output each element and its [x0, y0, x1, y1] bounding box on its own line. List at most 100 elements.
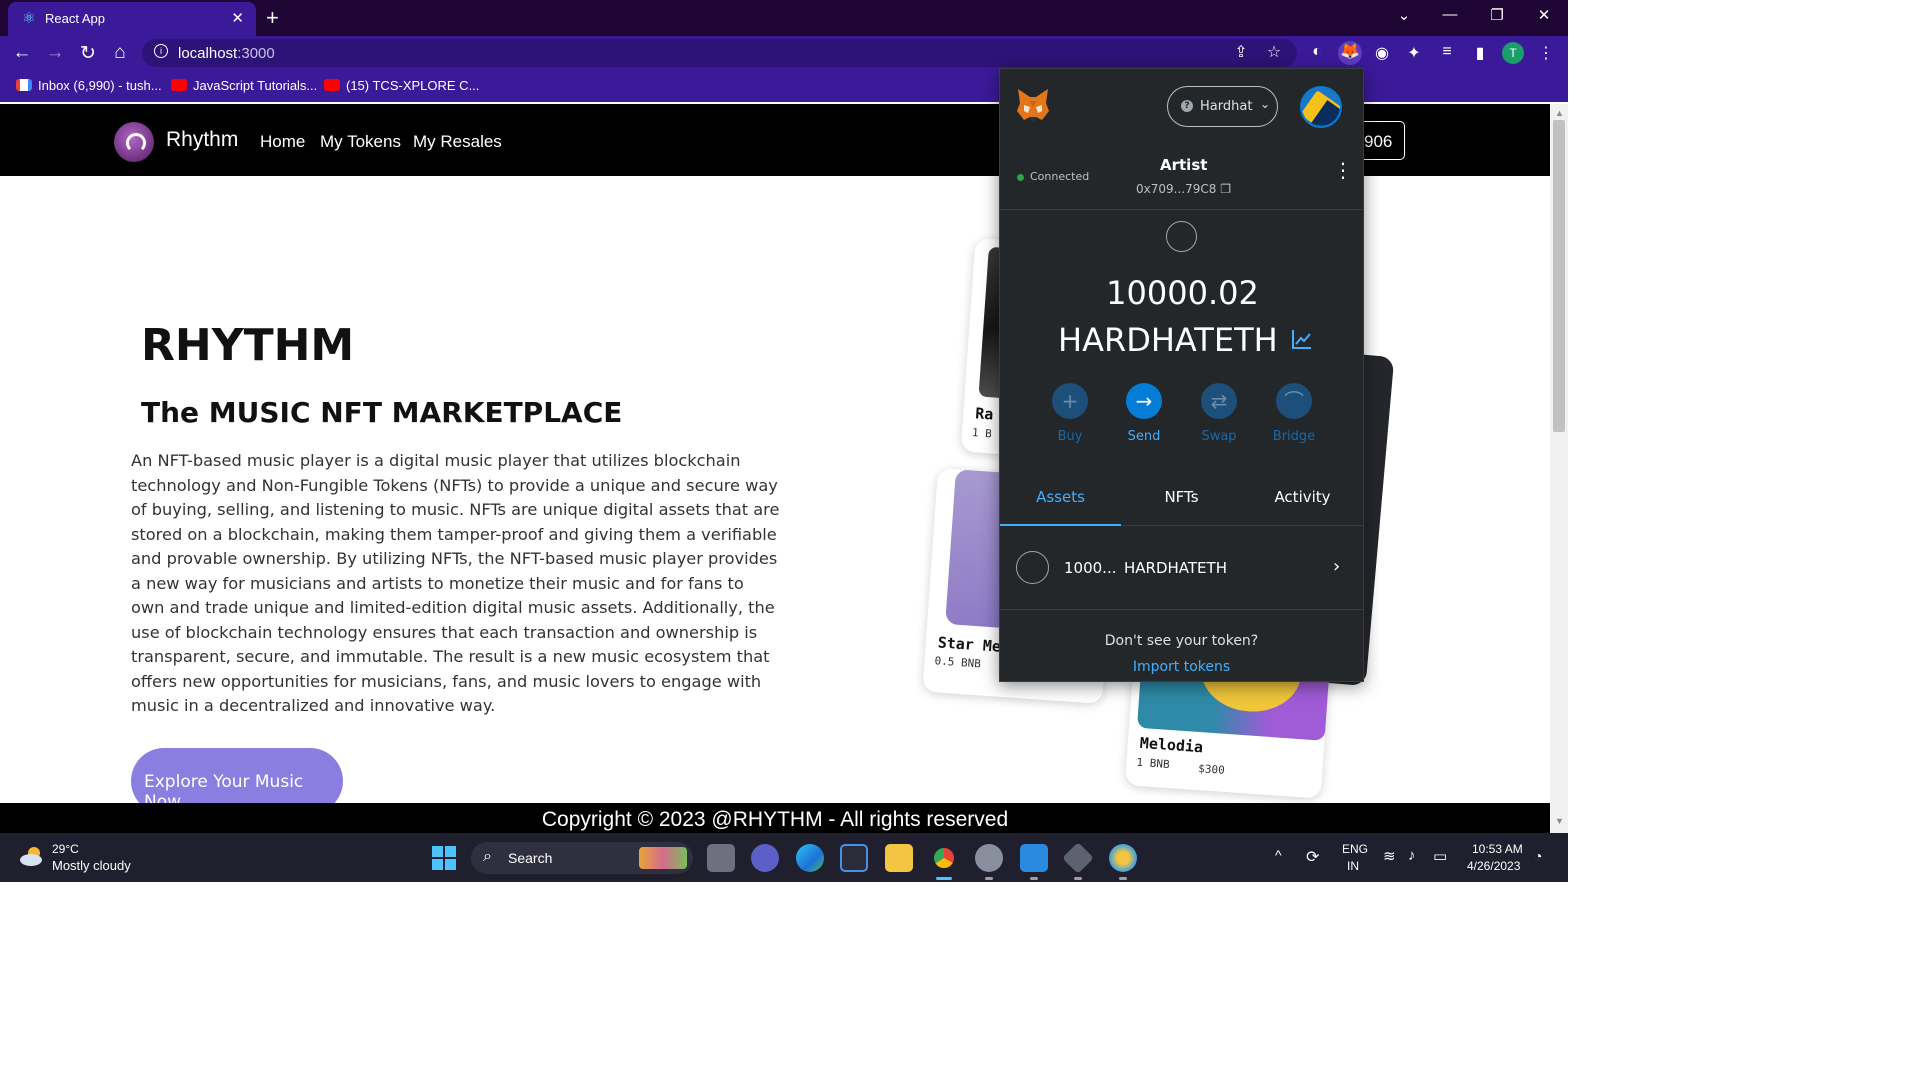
help-icon: ? — [1181, 100, 1193, 112]
puzzle-icon[interactable]: ✦ — [1403, 43, 1425, 63]
language-region[interactable]: IN — [1347, 859, 1359, 873]
nav-my-tokens[interactable]: My Tokens — [320, 132, 401, 152]
bookmark-tcs-xplore[interactable]: (15) TCS-XPLORE C... — [324, 78, 479, 93]
reload-icon[interactable]: ↻ — [76, 42, 100, 65]
settings-icon[interactable] — [975, 844, 1003, 872]
store-icon[interactable] — [840, 844, 868, 872]
battery-icon[interactable]: ▭ — [1433, 847, 1447, 865]
taskbar-search[interactable]: ⌕ Search — [471, 842, 693, 874]
close-tab-icon[interactable]: ✕ — [231, 9, 244, 27]
bookmark-gmail[interactable]: Inbox (6,990) - tush... — [16, 78, 162, 93]
address-bar[interactable]: i localhost:3000 ⇪ ☆ — [142, 39, 1297, 67]
nft-card-name: Ra — [974, 404, 994, 424]
footer-copyright: Copyright © 2023 @RHYTHM - All rights re… — [0, 803, 1550, 833]
file-explorer-icon[interactable] — [885, 844, 913, 872]
site-info-icon[interactable]: i — [154, 44, 168, 58]
clock-date[interactable]: 4/26/2023 — [1467, 859, 1520, 873]
scroll-thumb[interactable] — [1553, 120, 1565, 432]
portfolio-chart-icon[interactable] — [1291, 328, 1313, 350]
copy-icon[interactable]: ❐ — [1220, 182, 1231, 196]
bridge-icon: ⌒ — [1276, 383, 1312, 419]
wifi-icon[interactable]: ≋ — [1383, 847, 1396, 865]
scroll-up-icon[interactable]: ▲ — [1555, 108, 1564, 118]
account-bar: Connected Artist 0x709...79C8 ❐ ⋮ — [1000, 145, 1363, 210]
scroll-down-icon[interactable]: ▼ — [1555, 816, 1564, 826]
buy-button[interactable]: + Buy — [1040, 383, 1100, 444]
account-address[interactable]: 0x709...79C8 ❐ — [1136, 182, 1231, 196]
nav-home[interactable]: Home — [260, 132, 305, 152]
browser-app-icon[interactable] — [1109, 844, 1137, 872]
sync-icon[interactable]: ⟳ — [1306, 847, 1319, 867]
account-name: Artist — [1160, 156, 1208, 174]
browser-menu-icon[interactable]: ⋮ — [1535, 43, 1557, 63]
asset-logo-icon — [1016, 551, 1049, 584]
windows-start-icon[interactable] — [432, 846, 457, 871]
bridge-button[interactable]: ⌒ Bridge — [1264, 383, 1324, 444]
nft-card-price: 1 BNB — [1136, 755, 1171, 772]
task-view-icon[interactable] — [707, 844, 735, 872]
url-text: localhost:3000 — [178, 45, 275, 62]
page-scrollbar[interactable]: ▲ ▼ — [1550, 104, 1568, 833]
tab-activity[interactable]: Activity — [1242, 474, 1363, 526]
share-icon[interactable]: ⇪ — [1230, 42, 1252, 62]
app-icon[interactable] — [1062, 842, 1094, 874]
metamask-extension-icon[interactable]: 🦊 — [1338, 41, 1362, 65]
forward-icon[interactable]: → — [43, 42, 67, 64]
close-window-button[interactable]: ✕ — [1531, 6, 1557, 24]
nav-my-resales[interactable]: My Resales — [413, 132, 502, 152]
browser-tab[interactable]: ⚛ React App ✕ — [8, 2, 256, 36]
bookmark-star-icon[interactable]: ☆ — [1263, 42, 1285, 62]
back-icon[interactable]: ← — [10, 42, 34, 64]
tab-title: React App — [45, 11, 105, 26]
teams-chat-icon[interactable] — [751, 844, 779, 872]
vscode-icon[interactable] — [1020, 844, 1048, 872]
restore-button[interactable]: ❐ — [1484, 6, 1510, 24]
clock-time[interactable]: 10:53 AM — [1472, 842, 1523, 856]
tab-search-icon[interactable]: ⌄ — [1391, 6, 1417, 24]
connection-status[interactable]: Connected — [1030, 170, 1089, 183]
account-avatar[interactable] — [1300, 86, 1342, 128]
wallet-tabs: Assets NFTs Activity — [1000, 474, 1363, 526]
nft-card-name: Melodia — [1139, 733, 1204, 757]
search-icon: ⌕ — [483, 848, 492, 865]
notification-icon[interactable]: ◔ — [1534, 848, 1542, 864]
swap-button[interactable]: ⇄ Swap — [1189, 383, 1249, 444]
side-panel-icon[interactable]: ▮ — [1469, 43, 1491, 63]
metamask-fox-icon — [1017, 89, 1049, 121]
home-icon[interactable]: ⌂ — [108, 42, 132, 64]
brand-name[interactable]: Rhythm — [166, 128, 238, 152]
hero-title: RHYTHM — [141, 320, 355, 371]
cloudy-weather-icon[interactable] — [18, 845, 46, 867]
weather-description[interactable]: Mostly cloudy — [52, 858, 131, 873]
browser-tab-strip: ⚛ React App ✕ + ⌄ — ❐ ✕ — [0, 0, 1568, 36]
asset-row[interactable]: 1000... HARDHATETH › — [1000, 527, 1363, 610]
send-button[interactable]: → Send — [1114, 383, 1174, 444]
weather-temperature[interactable]: 29°C — [52, 842, 79, 856]
media-control-icon[interactable]: ≡ — [1436, 43, 1458, 61]
import-tokens-link[interactable]: Import tokens — [1000, 659, 1363, 675]
hero-description: An NFT-based music player is a digital m… — [131, 451, 780, 715]
tab-assets[interactable]: Assets — [1000, 474, 1121, 526]
profile-avatar[interactable]: T — [1502, 42, 1524, 64]
volume-icon[interactable]: ♪ — [1408, 847, 1416, 864]
language-code[interactable]: ENG — [1342, 842, 1368, 856]
account-options-icon[interactable]: ⋮ — [1333, 160, 1353, 180]
network-selector[interactable]: ? Hardhat ⌄ — [1167, 86, 1278, 127]
react-icon: ⚛ — [22, 10, 36, 27]
bookmark-javascript[interactable]: JavaScript Tutorials... — [171, 78, 317, 93]
asset-amount: 1000... — [1064, 559, 1117, 577]
extension-icon[interactable]: ◐ — [1306, 43, 1328, 61]
headphones-logo-icon[interactable] — [114, 122, 154, 162]
extension-2-icon[interactable]: ◉ — [1371, 43, 1393, 63]
chrome-icon[interactable] — [930, 844, 958, 872]
network-name: Hardhat — [1200, 99, 1253, 114]
arrow-right-icon: → — [1126, 383, 1162, 419]
nft-card-usd: $300 — [1197, 762, 1226, 777]
edge-icon[interactable] — [796, 844, 824, 872]
windows-taskbar: 29°C Mostly cloudy ⌕ Search ^ ⟳ ENG IN ≋… — [0, 833, 1568, 882]
tab-nfts[interactable]: NFTs — [1121, 474, 1242, 526]
new-tab-button[interactable]: + — [266, 5, 279, 31]
nft-card-price: 1 B — [971, 426, 993, 441]
show-hidden-icons[interactable]: ^ — [1275, 847, 1282, 863]
minimize-button[interactable]: — — [1437, 6, 1463, 23]
